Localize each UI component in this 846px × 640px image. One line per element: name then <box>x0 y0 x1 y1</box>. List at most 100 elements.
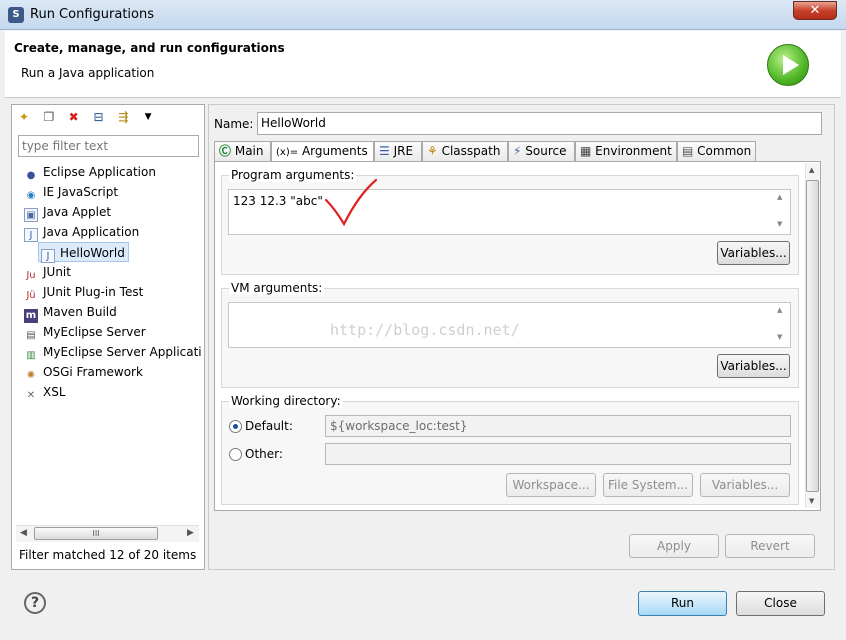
vscroll-down-icon[interactable]: ▼ <box>809 497 814 505</box>
tree-item-label: Java Application <box>43 225 140 239</box>
tab-environment[interactable]: ▦ Environment <box>575 141 677 162</box>
tree-item[interactable]: m Maven Build <box>24 302 117 323</box>
java-file-icon: J <box>41 249 55 263</box>
tab-jre[interactable]: ☰ JRE <box>374 141 422 162</box>
tab-source-label: Source <box>525 144 567 158</box>
junit-icon: Ju <box>26 270 36 281</box>
common-icon: ▤ <box>682 144 694 158</box>
server-icon: ▤ <box>26 330 36 341</box>
tree-item[interactable]: ▣ Java Applet <box>24 202 111 222</box>
close-button[interactable]: Close <box>736 591 825 616</box>
scroll-down-icon[interactable]: ▼ <box>777 220 782 228</box>
vertical-scroll-thumb[interactable] <box>806 180 819 492</box>
banner-title: Create, manage, and run configurations <box>14 41 285 55</box>
config-toolbar: ✦ ❐ ✖ ⊟ ⇶ ▼ <box>16 109 161 129</box>
other-radio[interactable] <box>229 448 242 461</box>
tree-item-label: JUnit Plug-in Test <box>43 285 144 299</box>
tree-item[interactable]: Ju JUnit <box>24 262 71 282</box>
applet-icon: ▣ <box>24 208 38 222</box>
window-close-button[interactable]: ✕ <box>793 1 837 20</box>
eclipse-app-icon: S <box>8 7 24 23</box>
tree-item-label: Java Applet <box>43 205 112 219</box>
osgi-icon: ✺ <box>26 370 36 381</box>
tree-item[interactable]: ● Eclipse Application <box>24 162 156 182</box>
tab-arguments[interactable]: (x)= Arguments <box>271 141 374 163</box>
working-directory-label: Working directory: <box>229 394 343 408</box>
vm-scroll-up-icon[interactable]: ▲ <box>777 306 782 314</box>
program-arguments-input[interactable]: 123 12.3 "abc" <box>228 189 791 235</box>
tab-jre-label: JRE <box>393 144 414 158</box>
banner-subtitle: Run a Java application <box>21 66 155 80</box>
vm-variables-button[interactable]: Variables... <box>717 354 790 378</box>
revert-button[interactable]: Revert <box>725 534 815 558</box>
working-variables-button[interactable]: Variables... <box>700 473 790 497</box>
default-directory-field: ${workspace_loc:test} <box>325 415 791 437</box>
tree-item-label: MyEclipse Server <box>43 325 146 339</box>
collapse-all-icon[interactable]: ⊟ <box>90 109 106 125</box>
source-icon: ⚡ <box>513 144 522 158</box>
default-radio[interactable] <box>229 420 242 433</box>
tree-item[interactable]: J HelloWorld <box>38 242 129 263</box>
scroll-left-icon[interactable]: ◀ <box>20 528 27 538</box>
tab-main[interactable]: Ⓒ Main <box>214 141 271 162</box>
tree-item-label: HelloWorld <box>60 246 125 260</box>
tree-item-label: Eclipse Application <box>43 165 156 179</box>
vm-scroll-down-icon[interactable]: ▼ <box>777 333 782 341</box>
filter-input[interactable] <box>18 135 199 157</box>
chevron-down-icon[interactable]: ▼ <box>140 109 156 125</box>
tab-source[interactable]: ⚡ Source <box>508 141 575 162</box>
tree-item-label: IE JavaScript <box>43 185 119 199</box>
tree-item[interactable]: ▤ MyEclipse Server <box>24 322 146 342</box>
junit-plugin-icon: Jü <box>26 290 36 301</box>
scroll-right-icon[interactable]: ▶ <box>187 528 194 538</box>
vscroll-up-icon[interactable]: ▲ <box>809 166 814 174</box>
file-system-button[interactable]: File System... <box>603 473 693 497</box>
tab-classpath[interactable]: ⚘ Classpath <box>422 141 508 162</box>
tree-item-label: MyEclipse Server Applicati <box>43 345 202 359</box>
workspace-button[interactable]: Workspace... <box>506 473 596 497</box>
tab-classpath-label: Classpath <box>441 144 501 158</box>
run-large-icon <box>767 44 809 86</box>
default-label: Default: <box>245 419 293 433</box>
tab-environment-label: Environment <box>595 144 672 158</box>
tree-item[interactable]: J Java Application <box>24 222 139 242</box>
tree-item[interactable]: ▥ MyEclipse Server Applicati <box>24 342 202 362</box>
tree-item-label: JUnit <box>43 265 71 279</box>
name-label: Name: <box>214 117 253 131</box>
new-config-icon[interactable]: ✦ <box>16 109 32 125</box>
filter-icon[interactable]: ⇶ <box>115 109 131 125</box>
horizontal-scroll-thumb[interactable]: III <box>34 527 158 540</box>
vm-arguments-label: VM arguments: <box>229 281 325 295</box>
tab-common-label: Common <box>697 144 752 158</box>
tab-common[interactable]: ▤ Common <box>677 141 756 162</box>
tree-item[interactable]: ✕ XSL <box>24 382 66 402</box>
eclipse-icon: ● <box>26 170 36 181</box>
watermark: http://blog.csdn.net/ <box>330 321 520 339</box>
tab-main-label: Main <box>234 144 264 158</box>
check-mark-annotation <box>324 178 378 227</box>
program-variables-button[interactable]: Variables... <box>717 241 790 265</box>
delete-icon[interactable]: ✖ <box>66 109 82 125</box>
tree-item-label: Maven Build <box>43 305 117 319</box>
help-icon[interactable]: ? <box>24 592 46 614</box>
run-button[interactable]: Run <box>638 591 727 616</box>
environment-icon: ▦ <box>580 144 592 158</box>
scroll-up-icon[interactable]: ▲ <box>777 193 782 201</box>
other-directory-field[interactable] <box>325 443 791 465</box>
tree-item-label: XSL <box>43 385 66 399</box>
tree-item[interactable]: Jü JUnit Plug-in Test <box>24 282 143 302</box>
arguments-icon: (x)= <box>276 147 299 158</box>
window-title: Run Configurations <box>30 7 154 22</box>
server-app-icon: ▥ <box>26 350 36 361</box>
tree-item-label: OSGi Framework <box>43 365 143 379</box>
name-input[interactable]: HelloWorld <box>257 112 822 135</box>
duplicate-icon[interactable]: ❐ <box>41 109 57 125</box>
name-label-text: Name: <box>214 117 254 131</box>
tree-item[interactable]: ◉ IE JavaScript <box>24 182 118 202</box>
apply-button[interactable]: Apply <box>629 534 719 558</box>
tree-item[interactable]: ✺ OSGi Framework <box>24 362 143 382</box>
maven-icon: m <box>24 309 38 323</box>
scroll-grip: III <box>92 529 100 538</box>
ie-icon: ◉ <box>26 190 36 201</box>
tab-arguments-label: Arguments <box>301 144 368 158</box>
